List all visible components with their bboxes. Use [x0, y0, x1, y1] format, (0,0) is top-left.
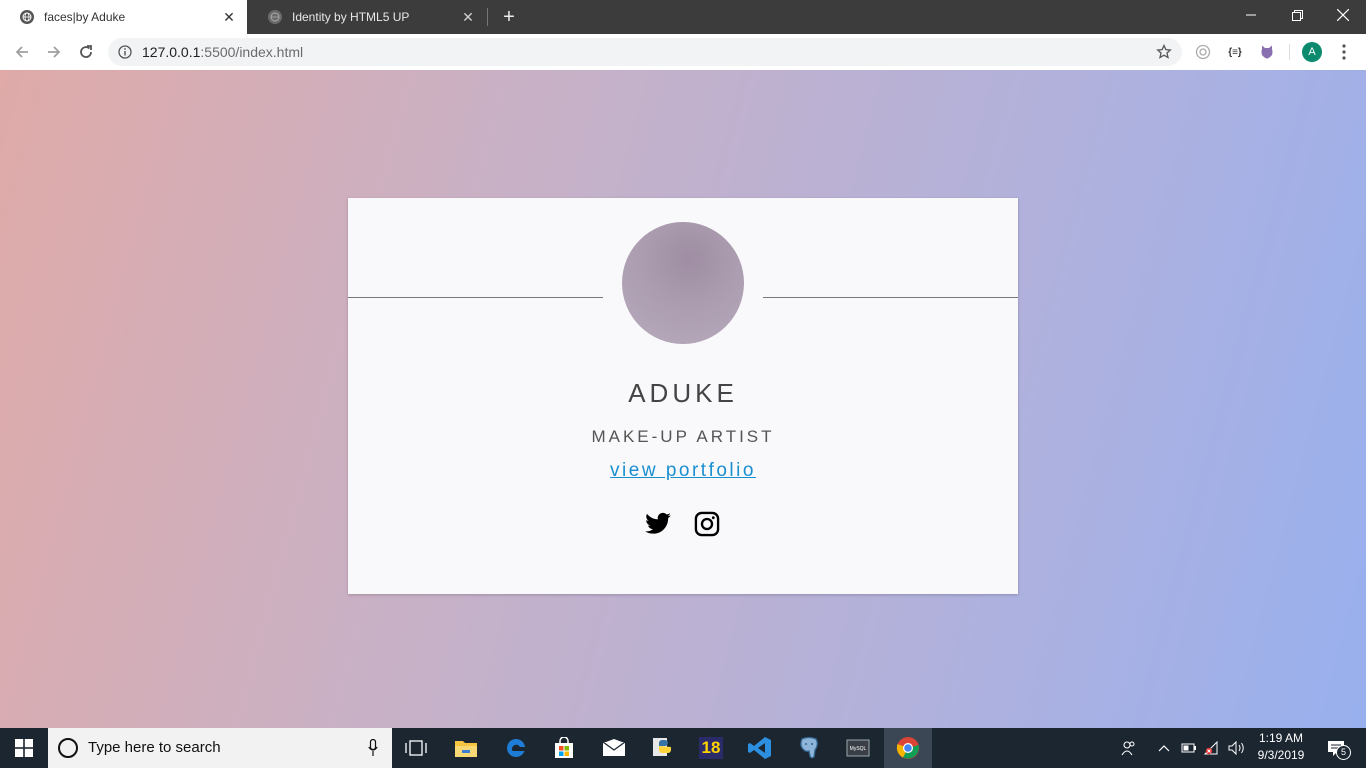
profile-role: MAKE-UP ARTIST: [591, 427, 775, 446]
taskbar-search-box[interactable]: Type here to search: [48, 728, 392, 768]
svg-text:MySQL: MySQL: [850, 746, 867, 752]
address-bar[interactable]: 127.0.0.1:5500/index.html: [108, 38, 1182, 66]
vscode-icon[interactable]: [736, 728, 784, 768]
view-portfolio-link[interactable]: view portfolio: [348, 460, 1018, 482]
tab-title: faces|by Aduke: [44, 10, 126, 24]
url-path: :5500/index.html: [200, 44, 304, 60]
info-icon[interactable]: [118, 45, 132, 59]
app-18-icon[interactable]: 18: [687, 728, 735, 768]
restore-button[interactable]: [1274, 0, 1320, 30]
profile-avatar[interactable]: A: [1302, 42, 1322, 62]
postgresql-icon[interactable]: [785, 728, 833, 768]
globe-icon: [268, 10, 282, 24]
search-placeholder: Type here to search: [88, 739, 221, 756]
profile-name: ADUKE: [628, 378, 738, 408]
windows-logo-icon: [15, 739, 33, 757]
clock-date: 9/3/2019: [1257, 748, 1305, 762]
toolbar-divider: [1289, 44, 1290, 60]
page-background: ADUKE MAKE-UP ARTIST view portfolio: [0, 70, 1366, 728]
close-tab-icon[interactable]: ✕: [460, 9, 476, 25]
divider-right: [763, 297, 1018, 298]
url-host: 127.0.0.1: [142, 44, 201, 60]
python-icon[interactable]: [638, 728, 686, 768]
microphone-icon[interactable]: [368, 739, 378, 757]
profile-card: ADUKE MAKE-UP ARTIST view portfolio: [348, 198, 1018, 594]
store-icon[interactable]: [540, 728, 588, 768]
tab-strip: faces|by Aduke ✕ Identity by HTML5 UP ✕ …: [0, 0, 1366, 34]
chevron-up-icon[interactable]: [1156, 738, 1172, 758]
bookmark-star-icon[interactable]: [1156, 44, 1172, 60]
task-view-icon[interactable]: [392, 728, 440, 768]
minimize-button[interactable]: [1228, 0, 1274, 30]
chrome-icon[interactable]: [884, 728, 932, 768]
tab-title: Identity by HTML5 UP: [292, 10, 410, 24]
close-window-button[interactable]: [1320, 0, 1366, 30]
instagram-icon[interactable]: [692, 510, 722, 538]
divider-left: [348, 297, 603, 298]
clock-time: 1:19 AM: [1258, 731, 1304, 745]
notifications-icon[interactable]: 5: [1322, 737, 1351, 760]
profile-photo: [622, 222, 744, 344]
back-button[interactable]: [10, 40, 34, 64]
tab-divider: [487, 8, 488, 26]
notification-count-badge: 5: [1336, 745, 1351, 760]
url-text[interactable]: 127.0.0.1:5500/index.html: [142, 38, 303, 66]
network-disconnected-icon[interactable]: [1203, 738, 1221, 758]
close-tab-icon[interactable]: ✕: [221, 9, 237, 25]
people-icon[interactable]: [1120, 738, 1138, 758]
globe-icon: [20, 10, 34, 24]
windows-taskbar: Type here to search 18 MySQL 1:19 AM 9/3…: [0, 728, 1366, 768]
reload-button[interactable]: [74, 40, 98, 64]
browser-toolbar: 127.0.0.1:5500/index.html {≡} A: [0, 34, 1366, 71]
github-cat-icon[interactable]: [1257, 42, 1277, 62]
twitter-icon[interactable]: [643, 510, 673, 538]
edge-icon[interactable]: [492, 728, 540, 768]
tab-identity-html5up[interactable]: Identity by HTML5 UP ✕: [248, 0, 486, 34]
mysql-icon[interactable]: MySQL: [834, 728, 882, 768]
more-menu-icon[interactable]: [1336, 42, 1352, 62]
app-18-badge: 18: [699, 737, 723, 759]
mail-icon[interactable]: [590, 728, 638, 768]
start-button[interactable]: [0, 728, 48, 768]
extension-icon[interactable]: [1193, 42, 1213, 62]
volume-icon[interactable]: [1227, 738, 1247, 758]
file-explorer-icon[interactable]: [442, 728, 490, 768]
battery-icon[interactable]: [1180, 738, 1198, 758]
tab-faces-by-aduke[interactable]: faces|by Aduke ✕: [0, 0, 247, 34]
new-tab-button[interactable]: +: [499, 6, 519, 28]
cortana-icon: [58, 738, 78, 758]
json-viewer-icon[interactable]: {≡}: [1225, 42, 1245, 62]
forward-button[interactable]: [42, 40, 66, 64]
system-clock[interactable]: 1:19 AM 9/3/2019: [1250, 730, 1312, 764]
